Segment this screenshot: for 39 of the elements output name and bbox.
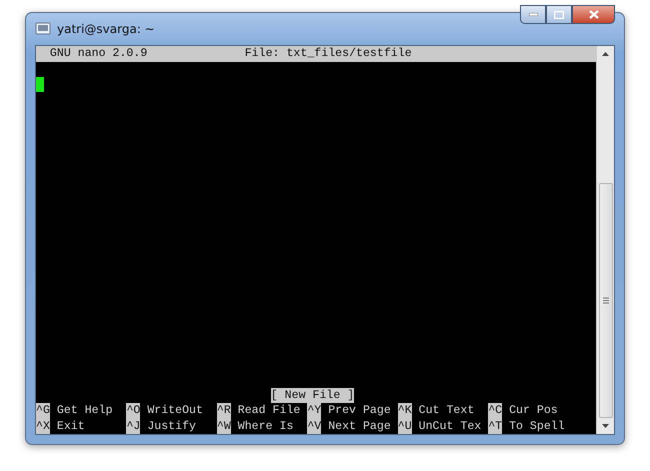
- shortcut-key: ^K: [398, 403, 412, 418]
- shortcut-label: Read File: [238, 403, 300, 418]
- minimize-button[interactable]: [520, 5, 546, 24]
- shortcut-label: Get Help: [56, 403, 113, 418]
- shortcut-key: ^U: [398, 418, 412, 434]
- grip-icon: [602, 297, 608, 304]
- shortcut-label: Next Page: [328, 418, 391, 434]
- shortcut-key: ^O: [126, 403, 140, 418]
- minimize-icon: [528, 13, 538, 16]
- shortcut-label: To Spell: [509, 418, 565, 434]
- shortcut-key: ^G: [36, 403, 50, 418]
- shortcut-label: Prev Page: [328, 403, 391, 418]
- program-version: GNU nano 2.0.9: [50, 46, 148, 62]
- shortcut-label: UnCut Tex: [418, 418, 482, 434]
- shortcut-label: Cur Pos: [509, 403, 558, 418]
- shortcut-label: Exit: [56, 418, 85, 434]
- terminal-icon: [35, 22, 51, 36]
- maximize-button[interactable]: [546, 5, 572, 24]
- file-name: File: txt_files/testfile: [244, 46, 412, 62]
- shortcut-label: Justify: [147, 418, 196, 434]
- shortcut-key: ^Y: [307, 403, 322, 418]
- window-title: yatri@svarga: ~: [57, 22, 156, 36]
- shortcut-key: ^W: [216, 418, 231, 434]
- status-message: [ New File ]: [270, 388, 354, 403]
- shortcut-label: Cut Text: [418, 403, 474, 418]
- maximize-icon: [554, 10, 564, 18]
- shortcut-key: ^C: [488, 403, 502, 418]
- shortcut-key: ^J: [126, 418, 140, 434]
- close-icon: [588, 10, 598, 19]
- shortcut-key: ^V: [307, 418, 322, 434]
- close-button[interactable]: [572, 5, 615, 24]
- shortcut-key: ^R: [216, 403, 231, 418]
- shortcut-key: ^X: [36, 418, 50, 434]
- scroll-thumb[interactable]: [598, 183, 612, 418]
- text-cursor: [36, 77, 44, 92]
- shortcut-key: ^T: [488, 418, 502, 434]
- shortcut-label: WriteOut: [147, 403, 203, 418]
- shortcut-label: Where Is: [238, 418, 294, 434]
- scrollbar[interactable]: [596, 46, 614, 434]
